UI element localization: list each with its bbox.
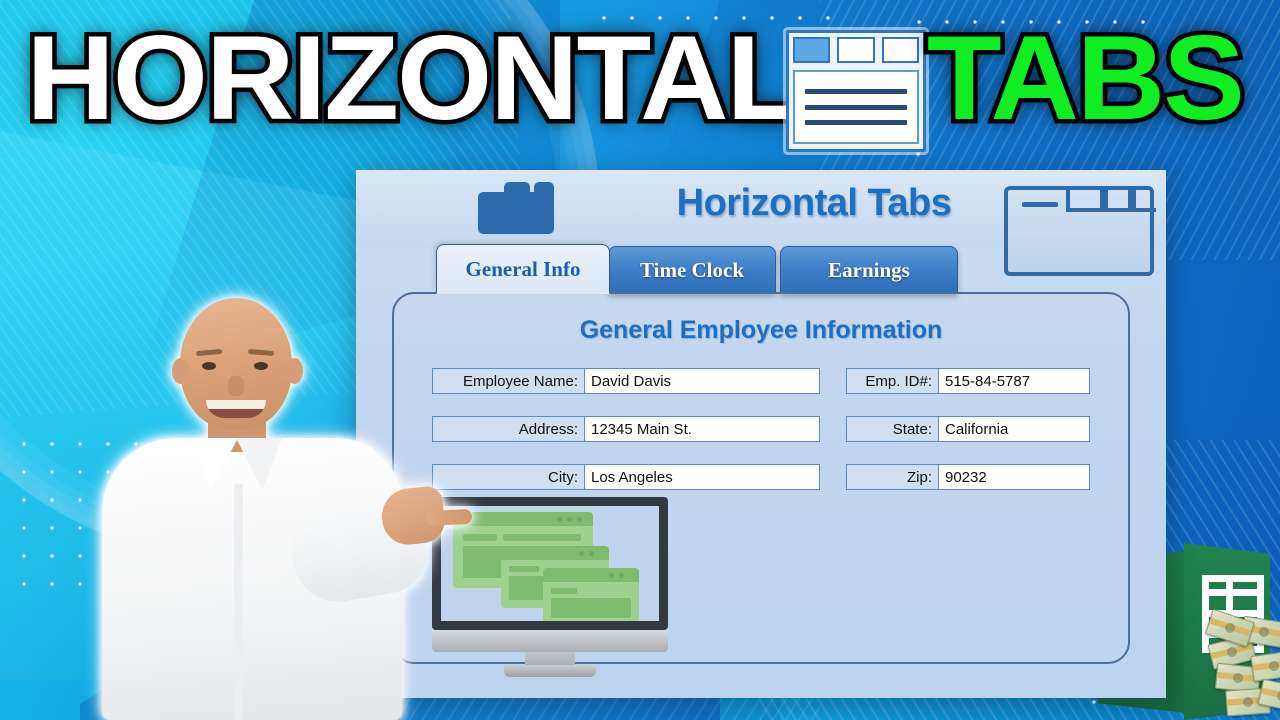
field-row: City: Los Angeles Zip: 90232: [394, 464, 1128, 490]
field-label: Employee Name:: [433, 369, 585, 393]
monitor-foot: [504, 665, 596, 677]
field-label: Zip:: [847, 465, 939, 489]
window-tabs: [793, 37, 919, 63]
form-title: Horizontal Tabs: [676, 182, 952, 224]
tab-strip: General Info Time Clock Earnings: [436, 244, 958, 294]
banner-word-primary: HORIZONTAL: [22, 7, 806, 150]
zip-field[interactable]: Zip: 90232: [846, 464, 1090, 490]
tab-label: General Info: [465, 256, 581, 281]
green-window-dot: [557, 517, 562, 522]
window-box: [1066, 190, 1104, 212]
address-field[interactable]: Address: 12345 Main St.: [432, 416, 820, 442]
window-box: [1132, 190, 1156, 212]
presenter-eye-right: [254, 362, 268, 370]
field-value: Los Angeles: [585, 465, 819, 489]
green-window-dot: [609, 573, 614, 578]
window-tab: [837, 37, 875, 63]
tabbed-window-icon: [786, 30, 926, 152]
folder-body: [478, 192, 554, 234]
presenter-eye-left: [202, 362, 216, 370]
panel-heading: General Employee Information: [579, 316, 943, 344]
green-window-dot: [577, 517, 582, 522]
window-tab-active: [793, 37, 831, 63]
banner-title: HORIZONTAL TABS: [0, 7, 1280, 152]
employee-fields: Employee Name: David Davis Emp. ID#: 515…: [394, 368, 1128, 512]
window-body-line: [805, 120, 907, 126]
presenter-shirt-placket: [234, 484, 243, 720]
presenter-ear-right: [286, 358, 303, 384]
monitor-stacked-windows-icon: [432, 497, 668, 680]
green-window-line: [503, 534, 581, 541]
screenshot-stage: HORIZONTAL TABS X: [0, 0, 1280, 720]
presenter-ear-left: [172, 358, 189, 384]
presenter-teeth: [206, 400, 266, 409]
green-window-front: [543, 568, 639, 621]
city-field[interactable]: City: Los Angeles: [432, 464, 820, 490]
presenter-photo: [96, 288, 473, 720]
banner-word-accent: TABS: [922, 7, 1249, 150]
employee-name-field[interactable]: Employee Name: David Davis: [432, 368, 820, 394]
green-window-line: [509, 566, 539, 572]
tab-general-info[interactable]: General Info: [436, 244, 610, 294]
field-label: Emp. ID#:: [847, 369, 939, 393]
green-window-titlebar: [543, 568, 639, 582]
tab-label: Earnings: [828, 257, 910, 282]
monitor-base: [432, 630, 668, 652]
field-row: Address: 12345 Main St. State: Californi…: [394, 416, 1128, 442]
window-body: [793, 70, 919, 144]
presenter-silhouette: [96, 288, 473, 720]
monitor-screen: [441, 506, 659, 621]
green-window-dot: [579, 551, 584, 556]
green-window-dot: [589, 551, 594, 556]
green-window-dot: [619, 573, 624, 578]
window-box: [1104, 190, 1132, 212]
tab-label: Time Clock: [639, 257, 745, 282]
cash-stacks-icon: [1205, 608, 1280, 717]
window-dash: [1022, 202, 1058, 207]
green-window-dot: [567, 517, 572, 522]
window-body-line: [805, 88, 907, 94]
window-body-line: [805, 104, 907, 110]
field-value: David Davis: [585, 369, 819, 393]
green-window-block: [551, 598, 631, 618]
field-label: City:: [433, 465, 585, 489]
tab-earnings[interactable]: Earnings: [780, 246, 958, 294]
window-tab: [881, 37, 919, 63]
field-label: Address:: [433, 417, 585, 441]
emp-id-field[interactable]: Emp. ID#: 515-84-5787: [846, 368, 1090, 394]
state-field[interactable]: State: California: [846, 416, 1090, 442]
green-window-line: [551, 588, 577, 594]
field-value: 90232: [939, 465, 1089, 489]
window-outline-icon: [1004, 186, 1156, 276]
presenter-mouth: [206, 400, 266, 418]
field-value: California: [939, 417, 1089, 441]
green-window-line: [463, 534, 497, 541]
field-row: Employee Name: David Davis Emp. ID#: 515…: [394, 368, 1128, 394]
field-value: 515-84-5787: [939, 369, 1089, 393]
tab-time-clock[interactable]: Time Clock: [608, 246, 776, 294]
folder-icon: [478, 182, 554, 234]
field-value: 12345 Main St.: [585, 417, 819, 441]
presenter-pointing-finger: [425, 508, 473, 527]
green-window-titlebar: [453, 512, 593, 526]
presenter-nose: [228, 376, 244, 396]
field-label: State:: [847, 417, 939, 441]
